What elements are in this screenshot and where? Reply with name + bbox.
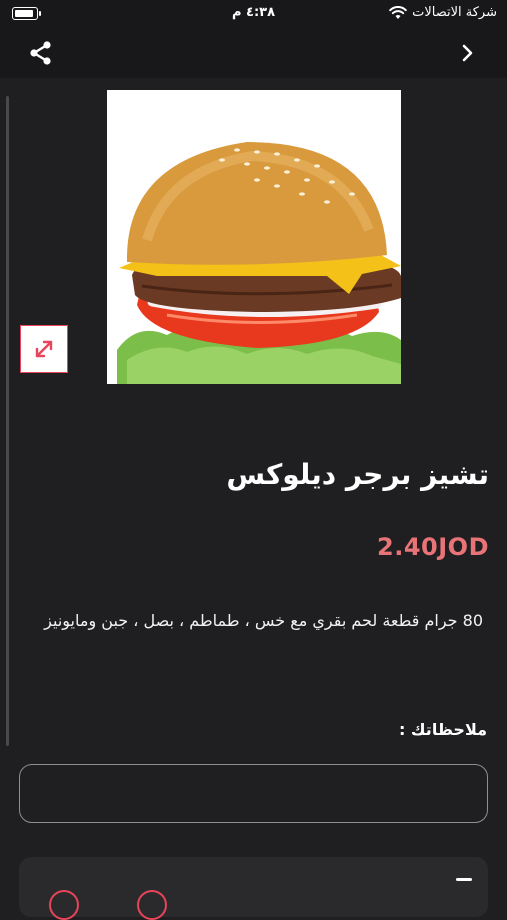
expand-arrows-icon: [35, 340, 53, 358]
notes-label: ملاحظاتك :: [398, 720, 487, 739]
share-icon[interactable]: [27, 39, 55, 67]
burger-illustration: [107, 90, 401, 384]
chevron-right-icon[interactable]: [461, 43, 475, 63]
navigation-bar: [0, 30, 507, 78]
expand-image-button[interactable]: [20, 325, 68, 373]
scroll-indicator[interactable]: [6, 96, 9, 746]
quantity-increase-button[interactable]: [137, 890, 167, 920]
status-bar: ٤:٣٨ م شركة الاتصالات: [0, 0, 507, 30]
quantity-card: [19, 857, 488, 917]
product-title: تشيز برجر ديلوكس: [226, 458, 489, 491]
quantity-decrease-button[interactable]: [49, 890, 79, 920]
quantity-label-fragment: [456, 878, 472, 881]
product-image: [107, 90, 401, 384]
product-description: 80 جرام قطعة لحم بقري مع خس ، طماطم ، بص…: [44, 611, 483, 630]
carrier-name: شركة الاتصالات: [412, 5, 497, 20]
wifi-icon: [389, 6, 407, 19]
product-price: 2.40JOD: [377, 533, 489, 561]
notes-input[interactable]: [19, 764, 488, 823]
